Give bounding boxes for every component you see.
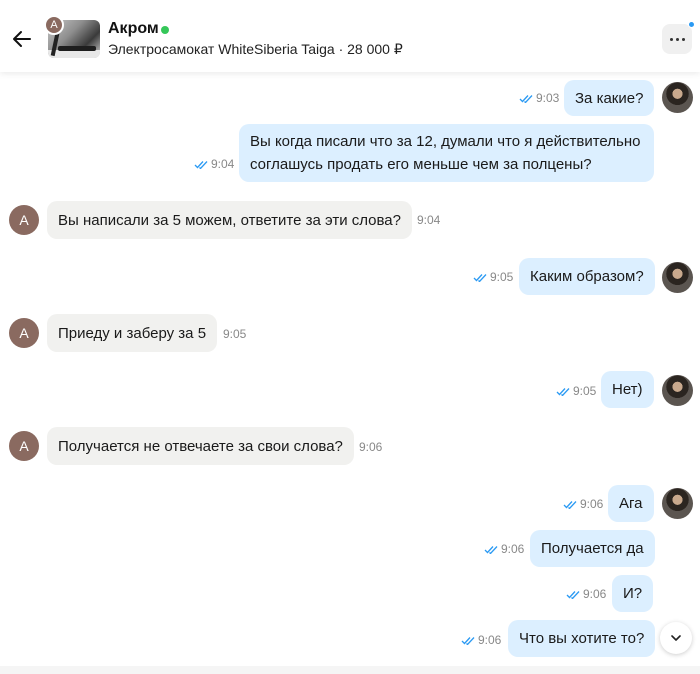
message-time: 9:03 [536,91,560,105]
my-avatar [662,262,693,293]
message-text: Получается да [541,540,644,557]
scroll-down-button[interactable] [660,622,692,654]
more-options-button[interactable] [662,21,695,54]
message-bubble[interactable]: Ага [608,485,654,522]
message-bubble[interactable]: За какие? [564,80,655,116]
my-avatar [662,375,693,406]
message-time: 9:06 [478,633,502,647]
message-meta: 9:06 [484,542,524,556]
more-horizontal-icon [669,37,673,41]
message-text: Что вы хотите то? [519,630,645,647]
message-meta: 9:03 [519,91,559,105]
sender-avatar: А [9,205,39,235]
message-time: 9:06 [501,542,525,556]
notification-badge [688,21,695,28]
double-check-icon [461,636,475,645]
message-time: 9:05 [573,384,597,398]
arrow-left-icon [13,31,31,47]
message-meta: 9:05 [473,270,513,284]
message-time: 9:06 [583,587,607,601]
message-bubble[interactable]: Каким образом? [519,258,655,295]
message-text: Каким образом? [530,268,644,285]
message-bubble[interactable]: Вы написали за 5 можем, ответите за эти … [47,201,412,239]
message-time: 9:06 [359,440,383,454]
message-bubble[interactable]: Получается не отвечаете за свои слова? [47,427,354,465]
message-time: 9:06 [580,497,604,511]
message-time: 9:05 [223,327,247,341]
contact-name[interactable]: Акром [108,20,159,38]
online-status-indicator [161,26,169,34]
message-text: Получается не отвечаете за свои слова? [58,437,343,455]
message-text: Приеду и заберу за 5 [58,324,207,342]
double-check-icon [566,590,580,599]
double-check-icon [194,160,208,169]
message-meta: 9:05 [556,384,596,398]
message-text: Вы написали за 5 можем, ответите за эти … [58,211,401,229]
contact-avatar: А [44,15,64,35]
double-check-icon [556,387,570,396]
double-check-icon [563,500,577,509]
back-button[interactable] [10,27,34,51]
my-avatar [662,488,693,519]
message-time: 9:04 [211,157,235,171]
sender-avatar: А [9,431,39,461]
my-avatar [662,82,693,113]
sender-avatar: А [9,318,39,348]
message-time: 9:05 [490,270,514,284]
message-time: 9:04 [417,213,441,227]
message-text: Нет) [612,381,643,398]
double-check-icon [519,94,533,103]
listing-title[interactable]: Электросамокат WhiteSiberia Taiga · 28 0… [108,41,403,58]
message-meta: 9:06 [461,633,501,647]
double-check-icon [484,545,498,554]
message-text: Ага [619,495,643,512]
double-check-icon [473,273,487,282]
message-bubble[interactable]: Что вы хотите то? [508,620,656,657]
message-bubble[interactable]: Получается да [530,530,655,567]
message-text: За какие? [575,89,644,107]
message-bubble[interactable]: Вы когда писали что за 12, думали что я … [239,124,654,182]
chat-header: А Акром Электросамокат WhiteSiberia Taig… [0,0,700,72]
message-bubble[interactable]: Нет) [601,371,654,408]
message-meta: 9:04 [194,157,234,171]
message-meta: 9:06 [566,587,606,601]
message-text: Вы когда писали что за 12, думали что я … [250,133,641,173]
message-bubble[interactable]: Приеду и заберу за 5 [47,314,218,352]
message-meta: 9:06 [563,497,603,511]
chevron-down-icon [671,635,681,641]
message-bubble[interactable]: И? [612,575,654,612]
composer-edge [0,666,700,674]
message-text: И? [623,585,643,602]
